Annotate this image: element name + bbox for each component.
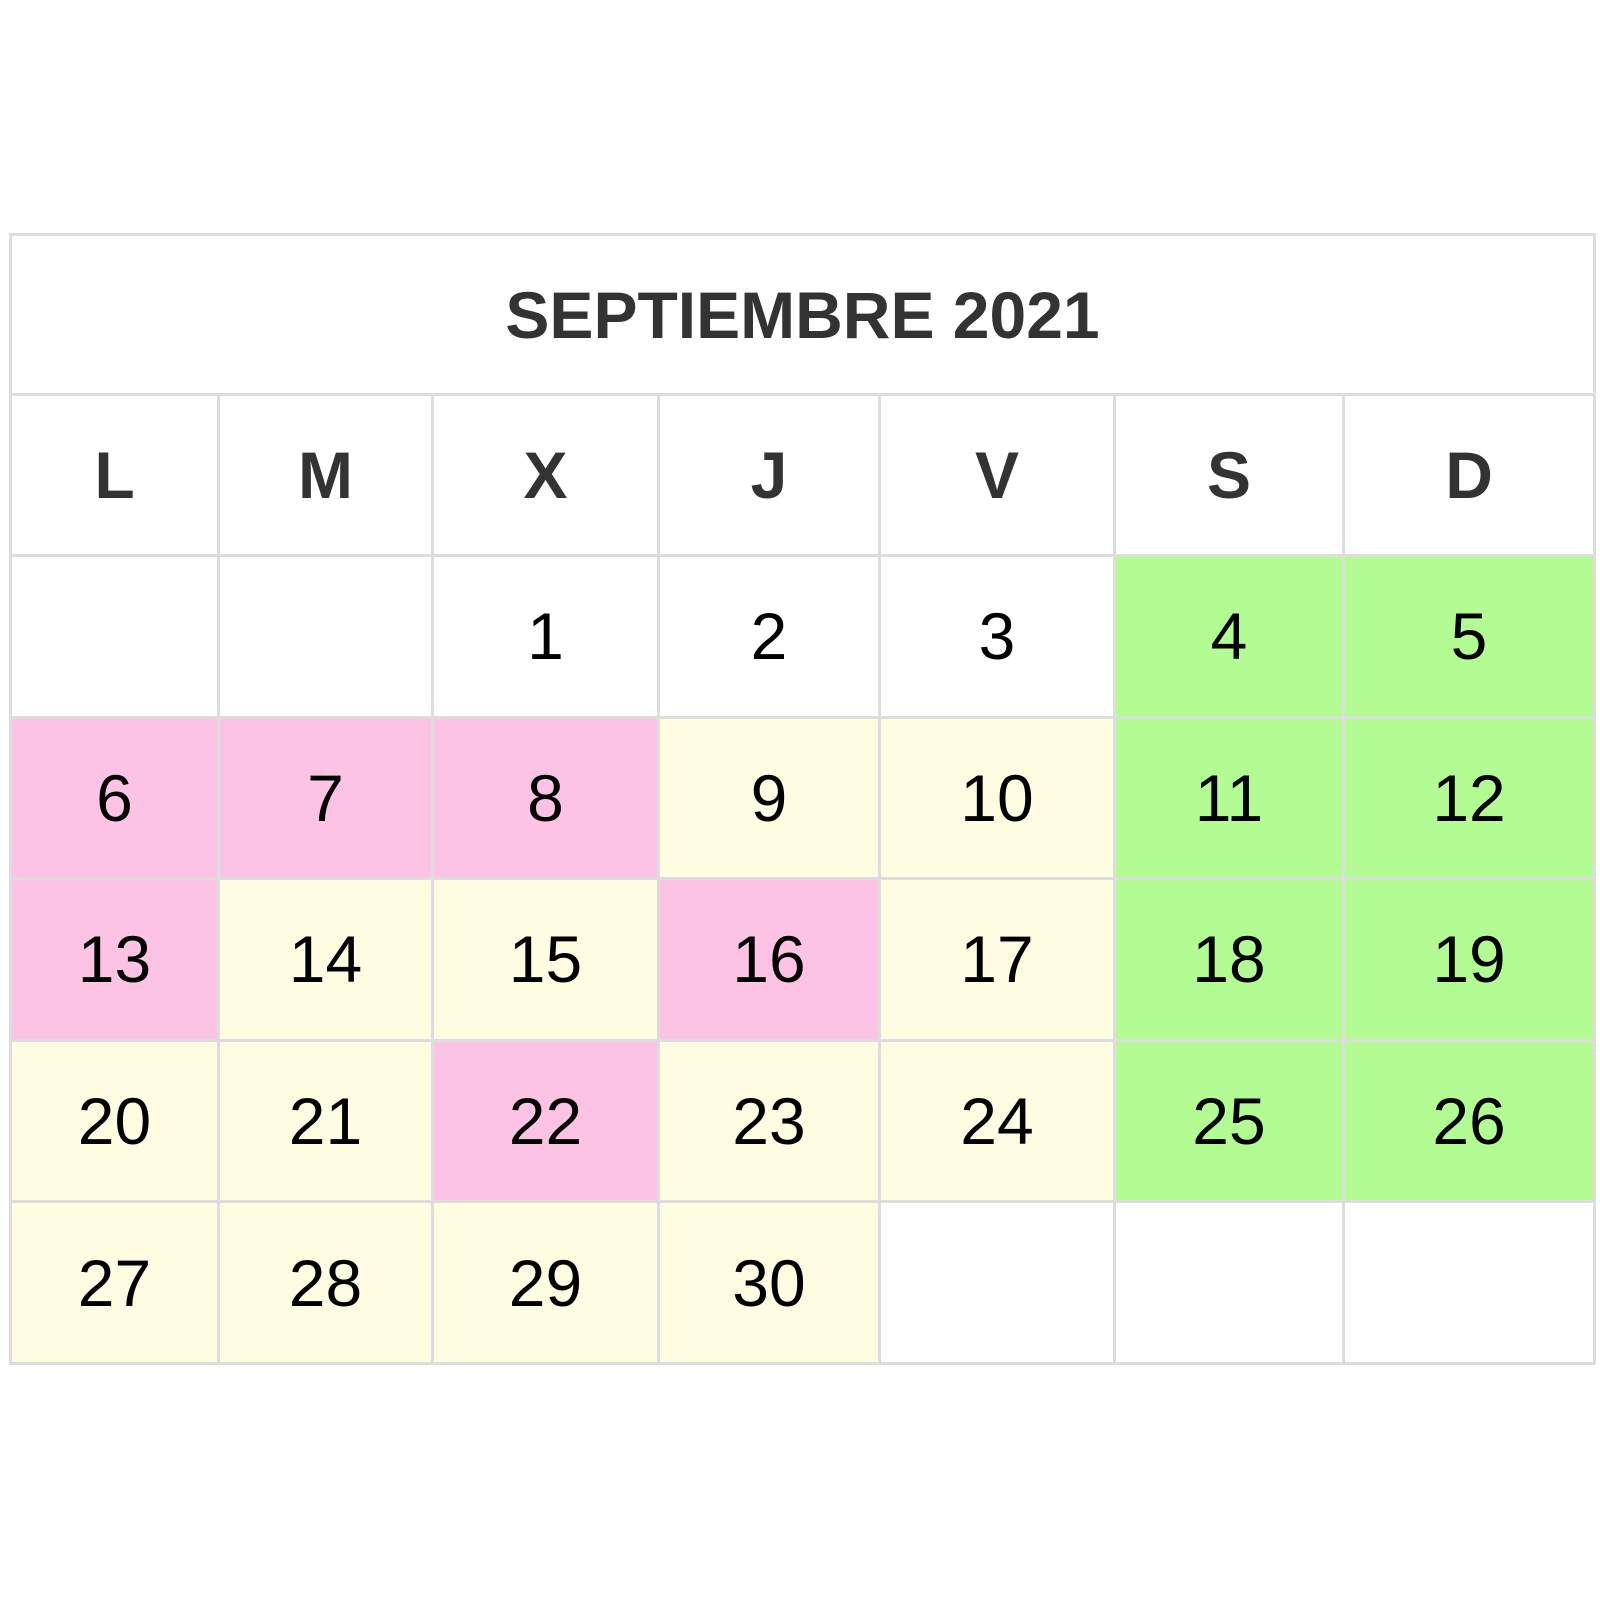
day-cell: 26	[1341, 1038, 1597, 1204]
weekday-header: M	[217, 393, 434, 557]
title-row: SEPTIEMBRE 2021	[8, 233, 1597, 396]
weekday-header: J	[657, 393, 881, 557]
calendar-body: 1 2 3 4 5 6 7 8 9 10 11 12 13 14 15 16 17 18 19 20 21 22 23 24 2…	[9, 554, 1597, 1365]
empty-day-cell	[1113, 1200, 1345, 1365]
day-cell: 8	[431, 715, 660, 881]
week-row: 20 21 22 23 24 25 26	[9, 1038, 1597, 1204]
week-row: 6 7 8 9 10 11 12	[9, 715, 1597, 881]
week-row: 13 14 15 16 17 18 19	[9, 877, 1597, 1042]
day-cell: 11	[1113, 715, 1345, 881]
weekday-header: S	[1113, 393, 1345, 557]
day-cell: 21	[217, 1038, 434, 1204]
day-cell: 30	[657, 1200, 881, 1365]
day-cell: 23	[657, 1038, 881, 1204]
day-cell: 14	[217, 877, 434, 1042]
day-cell: 20	[9, 1038, 220, 1204]
weekday-header: L	[9, 393, 220, 557]
weekday-header: X	[431, 393, 660, 557]
week-row: 12345	[9, 554, 1597, 719]
day-cell: 17	[878, 877, 1116, 1042]
day-cell: 12	[1341, 715, 1597, 881]
day-cell: 28	[217, 1200, 434, 1365]
day-cell: 2	[657, 554, 881, 719]
day-cell: 22	[431, 1038, 660, 1204]
empty-day-cell	[9, 554, 220, 719]
day-cell: 29	[431, 1200, 660, 1365]
month-title: SEPTIEMBRE 2021	[8, 233, 1597, 396]
weekday-header: D	[1341, 393, 1597, 557]
day-cell: 9	[657, 715, 881, 881]
day-cell: 24	[878, 1038, 1116, 1204]
day-cell: 6	[9, 715, 220, 881]
day-cell: 7	[217, 715, 434, 881]
empty-day-cell	[1341, 1200, 1597, 1365]
day-cell: 16	[657, 877, 881, 1042]
day-cell: 18	[1113, 877, 1345, 1042]
day-cell: 15	[431, 877, 660, 1042]
week-row: 27 28 29 30	[9, 1200, 1597, 1365]
weekday-header-row: LMXJVSD	[9, 393, 1597, 557]
day-cell: 19	[1341, 877, 1597, 1042]
day-cell: 4	[1113, 554, 1345, 719]
day-cell: 5	[1341, 554, 1597, 719]
day-cell: 27	[9, 1200, 220, 1365]
calendar-table: SEPTIEMBRE 2021 LMXJVSD 1 2 3 4 5 6 7 8 9 10 11 12 1…	[8, 233, 1597, 1365]
empty-day-cell	[217, 554, 434, 719]
day-cell: 3	[878, 554, 1116, 719]
day-cell: 10	[878, 715, 1116, 881]
day-cell: 25	[1113, 1038, 1345, 1204]
day-cell: 13	[9, 877, 220, 1042]
empty-day-cell	[878, 1200, 1116, 1365]
day-cell: 1	[431, 554, 660, 719]
weekday-header: V	[878, 393, 1116, 557]
